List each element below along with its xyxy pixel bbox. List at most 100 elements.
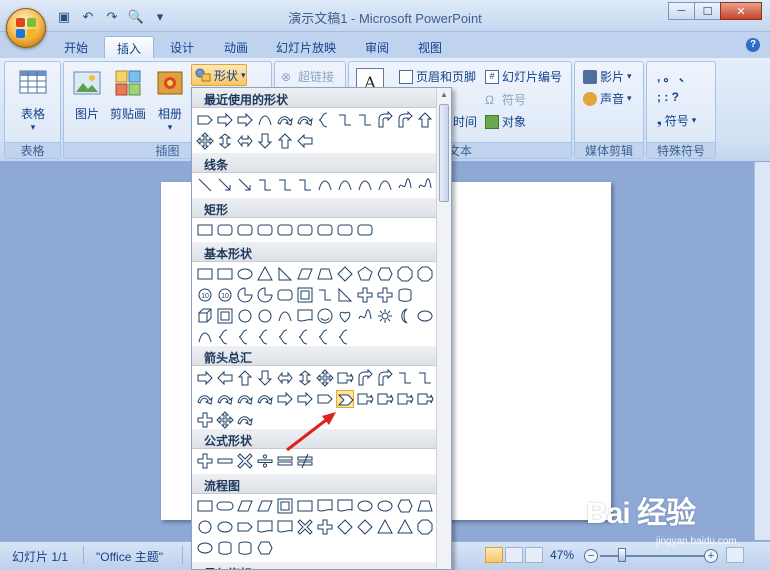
shape-round[interactable]	[296, 221, 314, 239]
shape-elbow[interactable]	[396, 369, 414, 387]
shape-round[interactable]	[276, 221, 294, 239]
shape-elbow[interactable]	[356, 111, 374, 129]
shape-line[interactable]	[196, 176, 214, 194]
shape-hex[interactable]	[376, 265, 394, 283]
shape-oct[interactable]	[416, 518, 434, 536]
vertical-scrollbar[interactable]	[754, 162, 770, 540]
shape-circ2[interactable]: 10	[196, 286, 214, 304]
shape-ua[interactable]	[416, 111, 434, 129]
shape-pie[interactable]	[236, 286, 254, 304]
tab-home[interactable]: 开始	[52, 36, 100, 58]
shape-tri[interactable]	[396, 518, 414, 536]
shape-bend[interactable]	[376, 110, 394, 129]
datetime-button[interactable]: 时间	[453, 113, 477, 130]
special-symbols-row1[interactable]: , 。 、	[657, 68, 691, 85]
shape-rtri[interactable]	[276, 265, 294, 283]
shape-doc[interactable]	[336, 497, 354, 515]
shape-divide[interactable]	[256, 452, 274, 470]
shape-callout[interactable]	[356, 390, 374, 408]
shape-frame[interactable]	[276, 497, 294, 515]
shape-plus[interactable]	[376, 286, 394, 304]
picture-button[interactable]: 图片	[70, 68, 104, 122]
shape-uda[interactable]	[216, 132, 234, 150]
tab-review[interactable]: 审阅	[353, 36, 401, 58]
shape-elbow[interactable]	[296, 176, 314, 194]
shape-ra[interactable]	[216, 111, 234, 129]
shape-elbow[interactable]	[316, 286, 334, 304]
header-footer-button[interactable]: 页眉和页脚	[399, 68, 476, 85]
shape-trap[interactable]	[416, 497, 434, 515]
shape-pent[interactable]	[356, 265, 374, 283]
shape-plus[interactable]	[196, 411, 214, 429]
zoom-slider-thumb[interactable]	[618, 548, 626, 562]
shape-bend[interactable]	[356, 368, 374, 387]
gallery-scroll-thumb[interactable]	[439, 104, 449, 202]
shape-plus[interactable]	[196, 452, 214, 470]
shape-bracket[interactable]	[276, 328, 294, 346]
slide-number-button[interactable]: # 幻灯片编号	[485, 68, 562, 85]
shape-doc[interactable]	[276, 518, 294, 536]
shape-oval[interactable]	[356, 497, 374, 515]
shape-bracket[interactable]	[316, 328, 334, 346]
office-button[interactable]	[6, 8, 46, 48]
shape-pentarrow[interactable]	[236, 518, 254, 536]
shapes-button[interactable]: 形状 ▾	[191, 64, 247, 86]
shape-rect[interactable]	[196, 265, 214, 283]
shape-curve[interactable]	[316, 176, 334, 194]
shape-hex[interactable]	[256, 539, 274, 557]
shape-ua[interactable]	[236, 369, 254, 387]
shape-curve[interactable]	[256, 111, 274, 129]
shape-dia[interactable]	[336, 265, 354, 283]
object-button[interactable]: 对象	[485, 113, 526, 130]
shape-quad[interactable]	[316, 369, 334, 387]
tab-slideshow[interactable]: 幻灯片放映	[264, 36, 348, 58]
zoom-in-button[interactable]: +	[704, 549, 718, 563]
shape-rect[interactable]	[196, 221, 214, 239]
shape-quad[interactable]	[216, 411, 234, 429]
shape-cube[interactable]	[196, 307, 214, 325]
shape-round[interactable]	[356, 221, 374, 239]
shape-plus[interactable]	[356, 286, 374, 304]
shape-callout[interactable]	[376, 390, 394, 408]
shape-curve[interactable]	[276, 307, 294, 325]
shape-rect[interactable]	[196, 497, 214, 515]
shape-uda[interactable]	[296, 369, 314, 387]
shape-bracket[interactable]	[296, 328, 314, 346]
shape-oval[interactable]	[196, 539, 214, 557]
shape-para[interactable]	[236, 497, 254, 515]
shape-curved[interactable]	[236, 390, 254, 408]
shape-heart[interactable]	[336, 307, 354, 325]
shape-times[interactable]	[296, 518, 314, 536]
tab-animations[interactable]: 动画	[212, 36, 260, 58]
shape-bracket[interactable]	[336, 328, 354, 346]
shape-curved[interactable]	[296, 111, 314, 129]
shape-pie[interactable]	[256, 286, 274, 304]
shape-elbow[interactable]	[276, 176, 294, 194]
shape-bend[interactable]	[396, 110, 414, 129]
shape-circle[interactable]	[196, 518, 214, 536]
zoom-slider-track[interactable]	[600, 555, 704, 557]
shape-la[interactable]	[296, 132, 314, 150]
shape-bracket[interactable]	[216, 328, 234, 346]
shape-curved[interactable]	[216, 390, 234, 408]
shape-oct[interactable]	[396, 265, 414, 283]
shape-curve[interactable]	[376, 176, 394, 194]
shape-elbow[interactable]	[416, 369, 434, 387]
special-symbol-button[interactable]: ❟ 符号 ▾	[657, 112, 696, 129]
shape-callout[interactable]	[416, 390, 434, 408]
symbol-button-text[interactable]: Ω 符号	[485, 91, 526, 108]
shape-times[interactable]	[236, 452, 254, 470]
shape-curve[interactable]	[336, 176, 354, 194]
shape-doc[interactable]	[296, 307, 314, 325]
album-button[interactable]: 相册 ▾	[152, 68, 188, 133]
shape-circle[interactable]	[236, 307, 254, 325]
shape-plus[interactable]	[316, 518, 334, 536]
fit-to-window-button[interactable]	[726, 547, 744, 563]
shape-frame[interactable]	[216, 307, 234, 325]
shape-curved[interactable]	[196, 390, 214, 408]
shape-curve[interactable]	[356, 176, 374, 194]
shape-da[interactable]	[256, 369, 274, 387]
close-button[interactable]: ✕	[720, 2, 762, 20]
shape-moon[interactable]	[396, 307, 414, 325]
shape-flowterm[interactable]	[216, 497, 234, 515]
